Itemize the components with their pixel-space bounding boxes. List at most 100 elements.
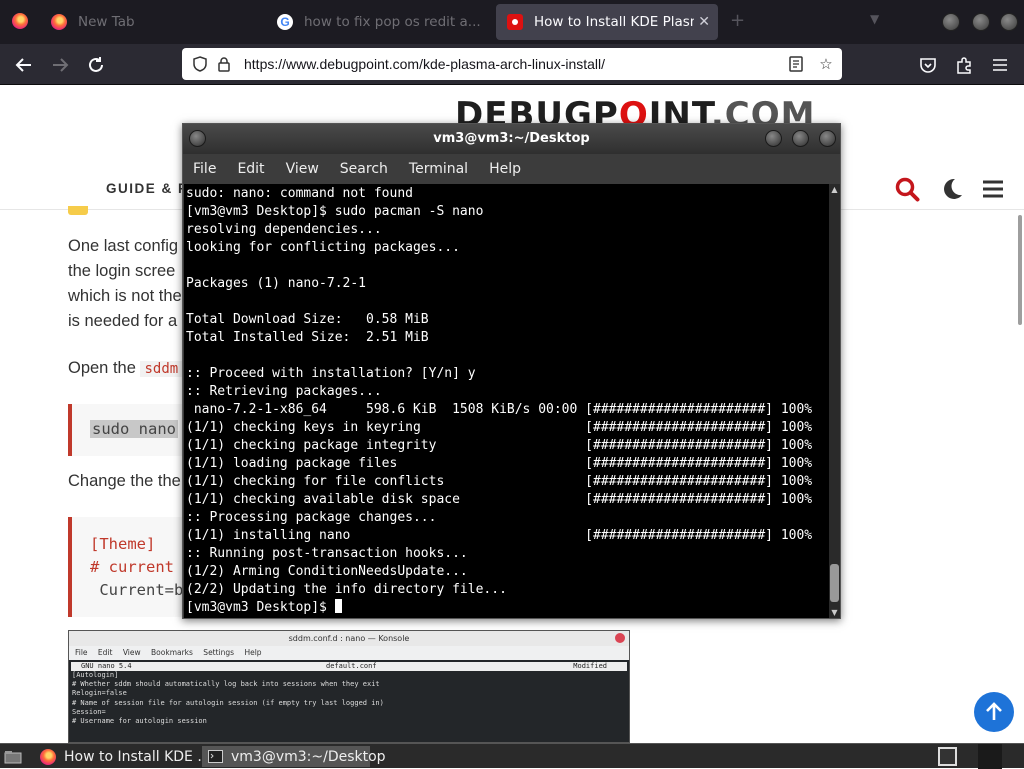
tab-new-tab[interactable]: New Tab [50,4,260,40]
menu-edit[interactable]: Edit [237,161,264,177]
terminal-line: [vm3@vm3 Desktop]$ sudo pacman -S nano [186,204,484,219]
code-line: sudo nano [90,420,178,438]
terminal-line: :: Proceed with installation? [Y/n] y [186,366,476,381]
terminal-line: (1/1) checking package integrity [######… [186,438,813,453]
paragraph-line: One last config [68,237,179,255]
inline-code: sddm [140,361,183,377]
terminal-output[interactable]: sudo: nano: command not found [vm3@vm3 D… [184,184,829,618]
terminal-line: looking for conflicting packages... [186,240,460,255]
screenshot-line: [Autologin] [72,671,119,679]
terminal-menubar: File Edit View Search Terminal Help [183,154,840,184]
terminal-line: (1/1) checking available disk space [###… [186,492,813,507]
page-scrollbar[interactable] [1018,215,1022,325]
menu-help[interactable]: Help [489,161,521,177]
shield-icon[interactable] [190,54,210,74]
open-file-text: Open the sddm [68,359,183,378]
taskbar: How to Install KDE ... vm3@vm3:~/Desktop [0,743,1024,769]
terminal-line: sudo: nano: command not found [186,186,413,201]
firefox-icon [40,748,56,765]
terminal-scrollbar[interactable]: ▲ ▼ [829,184,840,618]
scroll-up-arrow-icon[interactable]: ▲ [829,184,840,195]
terminal-line: (1/1) installing nano [#################… [186,528,813,543]
close-button[interactable] [819,130,836,147]
paragraph-line: which is not the [68,287,182,305]
terminal-line: Total Installed Size: 2.51 MiB [186,330,429,345]
new-tab-button[interactable]: + [730,10,745,31]
menu-terminal[interactable]: Terminal [409,161,468,177]
terminal-line: (1/1) checking for file conflicts [#####… [186,474,813,489]
site-menu-icon[interactable] [982,180,1004,202]
paragraph-line: the login scree [68,262,176,280]
maximize-window-button[interactable] [972,13,990,31]
extensions-icon[interactable] [947,44,981,85]
minimize-button[interactable] [765,130,782,147]
menu-view[interactable]: View [286,161,319,177]
close-window-button[interactable] [1000,13,1018,31]
lock-icon[interactable] [214,54,234,74]
bookmark-star-icon[interactable]: ☆ [816,54,836,74]
back-arrow-icon[interactable] [7,44,41,85]
browser-nav-bar: https://www.debugpoint.com/kde-plasma-ar… [0,44,1024,85]
task-label: How to Install KDE ... [64,748,211,765]
url-text[interactable]: https://www.debugpoint.com/kde-plasma-ar… [244,56,605,72]
nav-guides-link[interactable]: GUIDE & R [106,181,189,196]
window-menu-button[interactable] [189,130,206,147]
search-icon[interactable] [895,177,921,207]
reload-icon[interactable] [79,44,113,85]
highlight-mark [68,206,88,215]
close-tab-icon[interactable]: ✕ [698,14,710,30]
screenshot-line: Relogin=false [72,689,127,698]
debugpoint-icon [506,13,524,31]
tray-window-icon[interactable] [938,747,957,766]
terminal-line: (1/2) Arming ConditionNeedsUpdate... [186,564,468,579]
firefox-icon[interactable] [12,13,28,29]
hamburger-menu-icon[interactable] [983,44,1017,85]
screenshot-nano-bar: GNU nano 5.4 default.conf Modified [71,662,627,671]
terminal-prompt-line[interactable]: [vm3@vm3 Desktop]$ [186,599,829,617]
screenshot-menubar: File Edit View Bookmarks Settings Help [69,646,629,660]
google-icon: G [276,13,294,31]
menu-search[interactable]: Search [340,161,388,177]
terminal-line: (1/1) checking keys in keyring [########… [186,420,813,435]
terminal-line: resolving dependencies... [186,222,382,237]
terminal-line: :: Processing package changes... [186,510,437,525]
screenshot-titlebar: sddm.conf.d : nano — Konsole [69,631,629,646]
change-theme-text: Change the the [68,472,181,490]
screenshot-line: # Whether sddm should automatically log … [72,680,380,689]
forward-arrow-icon[interactable] [43,44,77,85]
screenshot-line: # Name of session file for autologin ses… [72,698,384,707]
scrollbar-thumb[interactable] [830,564,839,602]
menu-file[interactable]: File [193,161,216,177]
terminal-prompt: [vm3@vm3 Desktop]$ [186,600,335,615]
show-desktop-icon[interactable] [0,746,26,767]
task-label: vm3@vm3:~/Desktop [231,748,386,765]
taskbar-firefox[interactable]: How to Install KDE ... [34,746,211,767]
arrow-up-icon [986,702,1002,720]
minimize-window-button[interactable] [942,13,960,31]
reader-view-icon[interactable] [786,54,806,74]
article-screenshot: sddm.conf.d : nano — Konsole File Edit V… [68,630,630,743]
scroll-down-arrow-icon[interactable]: ▼ [829,607,840,618]
screenshot-line: # Username for autologin session [72,717,207,726]
pocket-icon[interactable] [911,44,945,85]
back-to-top-button[interactable] [974,692,1014,732]
list-all-tabs-icon[interactable]: ▼ [870,12,879,26]
dark-mode-moon-icon[interactable] [940,177,964,205]
terminal-line: (2/2) Updating the info directory file..… [186,582,507,597]
taskbar-terminal[interactable]: vm3@vm3:~/Desktop [202,746,386,767]
maximize-button[interactable] [792,130,809,147]
terminal-window: vm3@vm3:~/Desktop File Edit View Search … [182,123,841,619]
tab-google-search[interactable]: G how to fix pop os redit a... [276,4,486,40]
terminal-title: vm3@vm3:~/Desktop [433,131,590,146]
paragraph-line: is needed for a [68,312,178,330]
terminal-line: nano-7.2-1-x86_64 598.6 KiB 1508 KiB/s 0… [186,402,813,417]
url-bar[interactable]: https://www.debugpoint.com/kde-plasma-ar… [182,48,842,80]
terminal-titlebar[interactable]: vm3@vm3:~/Desktop [183,124,840,154]
firefox-icon [50,13,68,31]
terminal-line: :: Running post-transaction hooks... [186,546,468,561]
terminal-line: Packages (1) nano-7.2-1 [186,276,367,291]
terminal-line: (1/1) loading package files [###########… [186,456,813,471]
tab-debugpoint[interactable]: How to Install KDE Plasma i... ✕ [496,4,718,40]
